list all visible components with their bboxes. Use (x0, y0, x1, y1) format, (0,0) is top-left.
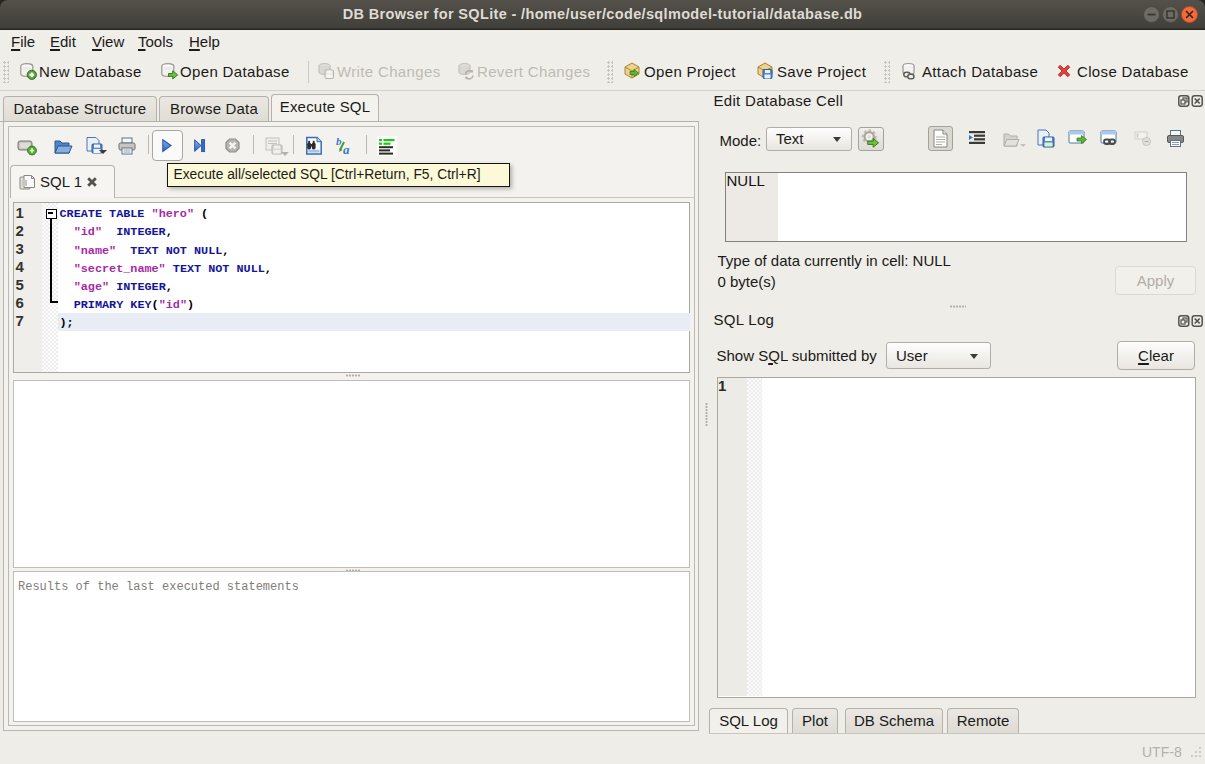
svg-text:b: b (336, 136, 342, 147)
